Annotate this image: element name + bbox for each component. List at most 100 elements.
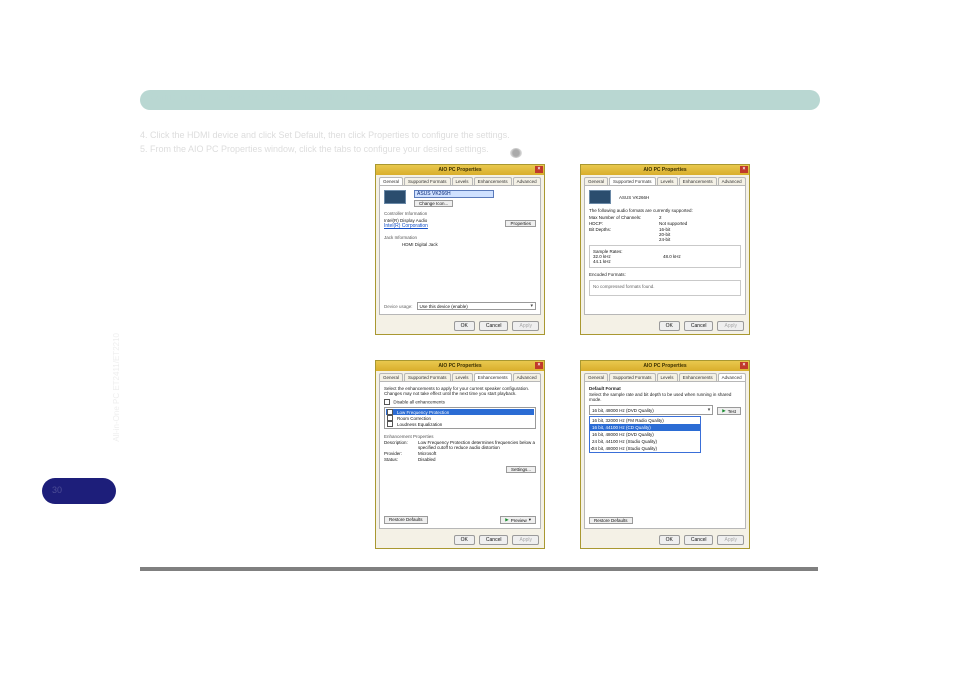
bit-depths-value: 16-bit 20-bit 24-bit [659,227,741,242]
tab-advanced[interactable]: Advanced [513,373,541,381]
apply-button[interactable]: Apply [717,321,744,331]
description-value: Low Frequency Protection determines freq… [418,440,536,450]
properties-dialog-general: AIO PC Properties × General Supported Fo… [375,164,545,335]
dialog-title: AIO PC Properties [643,167,686,173]
disable-all-checkbox[interactable] [384,399,390,405]
enhancements-intro: Select the enhancements to apply for you… [384,386,536,396]
tab-supported-formats[interactable]: Supported Formats [404,177,451,185]
dialog-titlebar[interactable]: AIO PC Properties × [581,165,749,175]
close-icon[interactable]: × [535,166,543,173]
item-checkbox[interactable] [387,421,393,427]
body-text-line-1: 4. Click the HDMI device and click Set D… [140,130,510,140]
chevron-down-icon: ▾ [708,407,711,413]
section-banner-heading: Configuring the audio output settings vi… [150,92,377,102]
device-name-input[interactable]: ASUS VK266H [414,190,494,198]
format-option[interactable]: 24 bit, 44100 Hz (Studio Quality) [590,438,700,445]
test-button[interactable]: ▶Test [717,407,741,415]
restore-defaults-button[interactable]: Restore Defaults [384,516,428,524]
tab-enhancements[interactable]: Enhancements [679,373,717,381]
tab-levels[interactable]: Levels [452,373,473,381]
status-label: Status: [384,457,418,462]
dialog-title: AIO PC Properties [643,363,686,369]
enhancement-item-loudness[interactable]: Loudness Equalization [386,421,534,427]
hdcp-label: HDCP: [589,221,659,226]
cancel-button[interactable]: Cancel [479,535,509,545]
tab-levels[interactable]: Levels [657,373,678,381]
tab-enhancements[interactable]: Enhancements [474,177,512,185]
properties-dialog-advanced: AIO PC Properties × General Supported Fo… [580,360,750,549]
dialog-titlebar[interactable]: AIO PC Properties × [376,361,544,371]
tab-strip: General Supported Formats Levels Enhance… [581,371,749,381]
chevron-down-icon: ▾ [530,303,533,309]
tab-supported-formats[interactable]: Supported Formats [609,373,656,381]
format-option[interactable]: 16 bit, 44100 Hz (CD Quality) [590,424,700,431]
change-icon-button[interactable]: Change Icon... [414,200,453,207]
dialog-title: AIO PC Properties [438,363,481,369]
properties-dialog-supported-formats: AIO PC Properties × General Supported Fo… [580,164,750,335]
speaker-icon [510,148,522,158]
body-text-line-2: 5. From the AIO PC Properties window, cl… [140,144,489,154]
chevron-down-icon: ▾ [529,517,531,523]
tab-enhancements[interactable]: Enhancements [679,177,717,185]
close-icon[interactable]: × [740,362,748,369]
tab-strip: General Supported Formats Levels Enhance… [376,371,544,381]
close-icon[interactable]: × [535,362,543,369]
max-channels-label: Max Number of Channels: [589,215,659,220]
format-option[interactable]: 16 bit, 48000 Hz (DVD Quality) [590,431,700,438]
dialog-titlebar[interactable]: AIO PC Properties × [376,165,544,175]
apply-button[interactable]: Apply [512,535,539,545]
default-format-intro: Select the sample rate and bit depth to … [589,392,741,402]
device-name: ASUS VK266H [619,195,649,200]
description-label: Description: [384,440,418,450]
page-number-pill: 30 [42,478,116,504]
sample-rate-3: 44.1 kHz [593,259,663,264]
controller-vendor-link[interactable]: Intel(R) Corporation [384,223,428,229]
close-icon[interactable]: × [740,166,748,173]
supported-intro: The following audio formats are currentl… [589,208,741,213]
format-selected: 16 bit, 48000 Hz (DVD Quality) [592,408,654,413]
tab-supported-formats[interactable]: Supported Formats [404,373,451,381]
tab-advanced[interactable]: Advanced [718,373,746,381]
ok-button[interactable]: OK [454,321,475,331]
restore-defaults-button[interactable]: Restore Defaults [589,517,633,524]
tab-strip: General Supported Formats Levels Enhance… [376,175,544,185]
hdcp-value: Not supported [659,221,741,226]
format-dropdown-list[interactable]: 16 bit, 32000 Hz (FM Radio Quality) 16 b… [589,416,701,453]
controller-properties-button[interactable]: Properties [505,220,536,227]
tab-general[interactable]: General [584,373,608,381]
apply-button[interactable]: Apply [717,535,744,545]
tab-supported-formats[interactable]: Supported Formats [609,177,656,185]
tab-general[interactable]: General [379,373,403,381]
ok-button[interactable]: OK [454,535,475,545]
format-option[interactable]: 16 bit, 32000 Hz (FM Radio Quality) [590,417,700,424]
tab-enhancements[interactable]: Enhancements [474,373,512,381]
tab-advanced[interactable]: Advanced [513,177,541,185]
dialog-titlebar[interactable]: AIO PC Properties × [581,361,749,371]
device-usage-dropdown[interactable]: Use this device (enable) ▾ [417,302,536,310]
tab-advanced[interactable]: Advanced [718,177,746,185]
apply-button[interactable]: Apply [512,321,539,331]
format-option[interactable]: 24 bit, 48000 Hz (Studio Quality) [590,445,700,452]
ok-button[interactable]: OK [659,321,680,331]
controller-info-label: Controller Information [384,211,536,216]
tab-levels[interactable]: Levels [452,177,473,185]
enhancement-properties-label: Enhancement Properties [384,434,536,439]
status-value: Disabled [418,457,536,462]
monitor-icon [589,190,611,204]
cancel-button[interactable]: Cancel [684,535,714,545]
device-usage-value: Use this device (enable) [420,304,468,309]
settings-button[interactable]: Settings... [506,466,536,473]
ok-button[interactable]: OK [659,535,680,545]
tab-strip: General Supported Formats Levels Enhance… [581,175,749,185]
footer-divider [140,567,818,571]
format-dropdown[interactable]: 16 bit, 48000 Hz (DVD Quality) ▾ [589,405,713,415]
jack-info-label: Jack Information [384,235,536,240]
cancel-button[interactable]: Cancel [684,321,714,331]
tab-general[interactable]: General [379,177,403,185]
item-label: Loudness Equalization [397,422,442,427]
tab-levels[interactable]: Levels [657,177,678,185]
device-usage-label: Device usage: [384,304,413,309]
preview-button[interactable]: ▶Preview▾ [500,516,536,524]
cancel-button[interactable]: Cancel [479,321,509,331]
tab-general[interactable]: General [584,177,608,185]
